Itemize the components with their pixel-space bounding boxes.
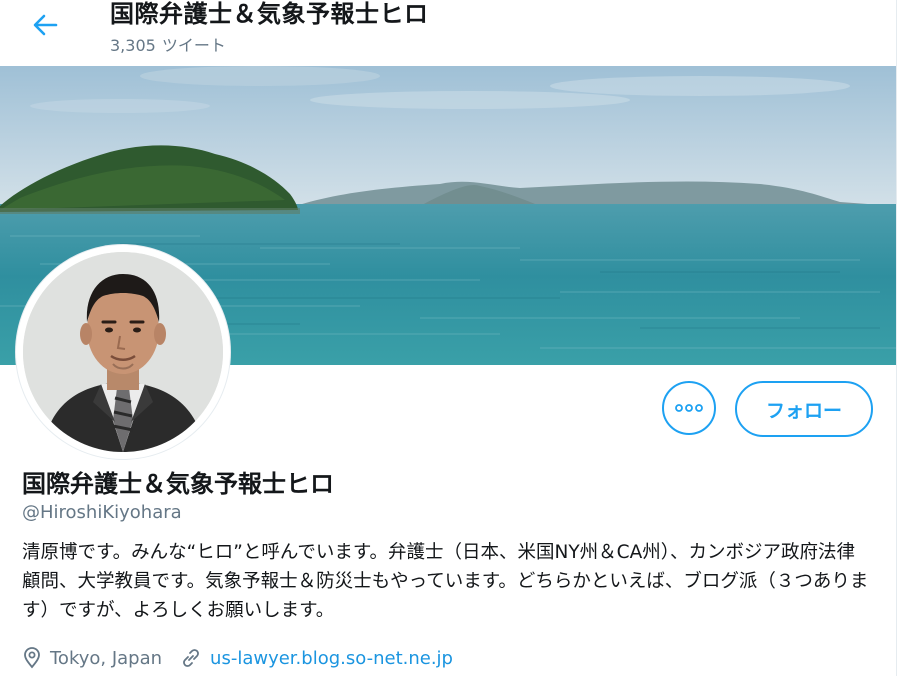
tweet-count-label: ツイート: [161, 36, 226, 55]
tweet-count: 3,305 ツイート: [110, 32, 232, 56]
location-pin-icon: [22, 647, 42, 669]
tweet-count-number: 3,305: [110, 36, 156, 55]
profile-name: 国際弁護士＆気象予報士ヒロ: [22, 470, 334, 498]
more-horizontal-icon: [675, 404, 703, 412]
header-title: 国際弁護士＆気象予報士ヒロ: [110, 0, 429, 28]
profile-header-bar: 国際弁護士＆気象予報士ヒロ 3,305 ツイート: [0, 0, 897, 66]
profile-website-link[interactable]: us-lawyer.blog.so-net.ne.jp: [210, 648, 453, 669]
profile-avatar[interactable]: [16, 245, 230, 459]
follow-button[interactable]: フォロー: [735, 381, 873, 437]
profile-location: Tokyo, Japan: [50, 647, 163, 669]
back-arrow-icon[interactable]: [28, 10, 62, 40]
profile-meta: Tokyo, Japan us-lawyer.blog.so-net.ne.jp: [22, 647, 453, 669]
column-border: [896, 0, 897, 676]
more-options-button[interactable]: [662, 381, 716, 435]
profile-handle: @HiroshiKiyohara: [22, 502, 182, 523]
avatar-photo: [23, 252, 223, 452]
link-icon: [180, 647, 202, 669]
profile-bio: 清原博です。みんな“ヒロ”と呼んでいます。弁護士（日本、米国NY州＆CA州）、カ…: [22, 542, 869, 621]
